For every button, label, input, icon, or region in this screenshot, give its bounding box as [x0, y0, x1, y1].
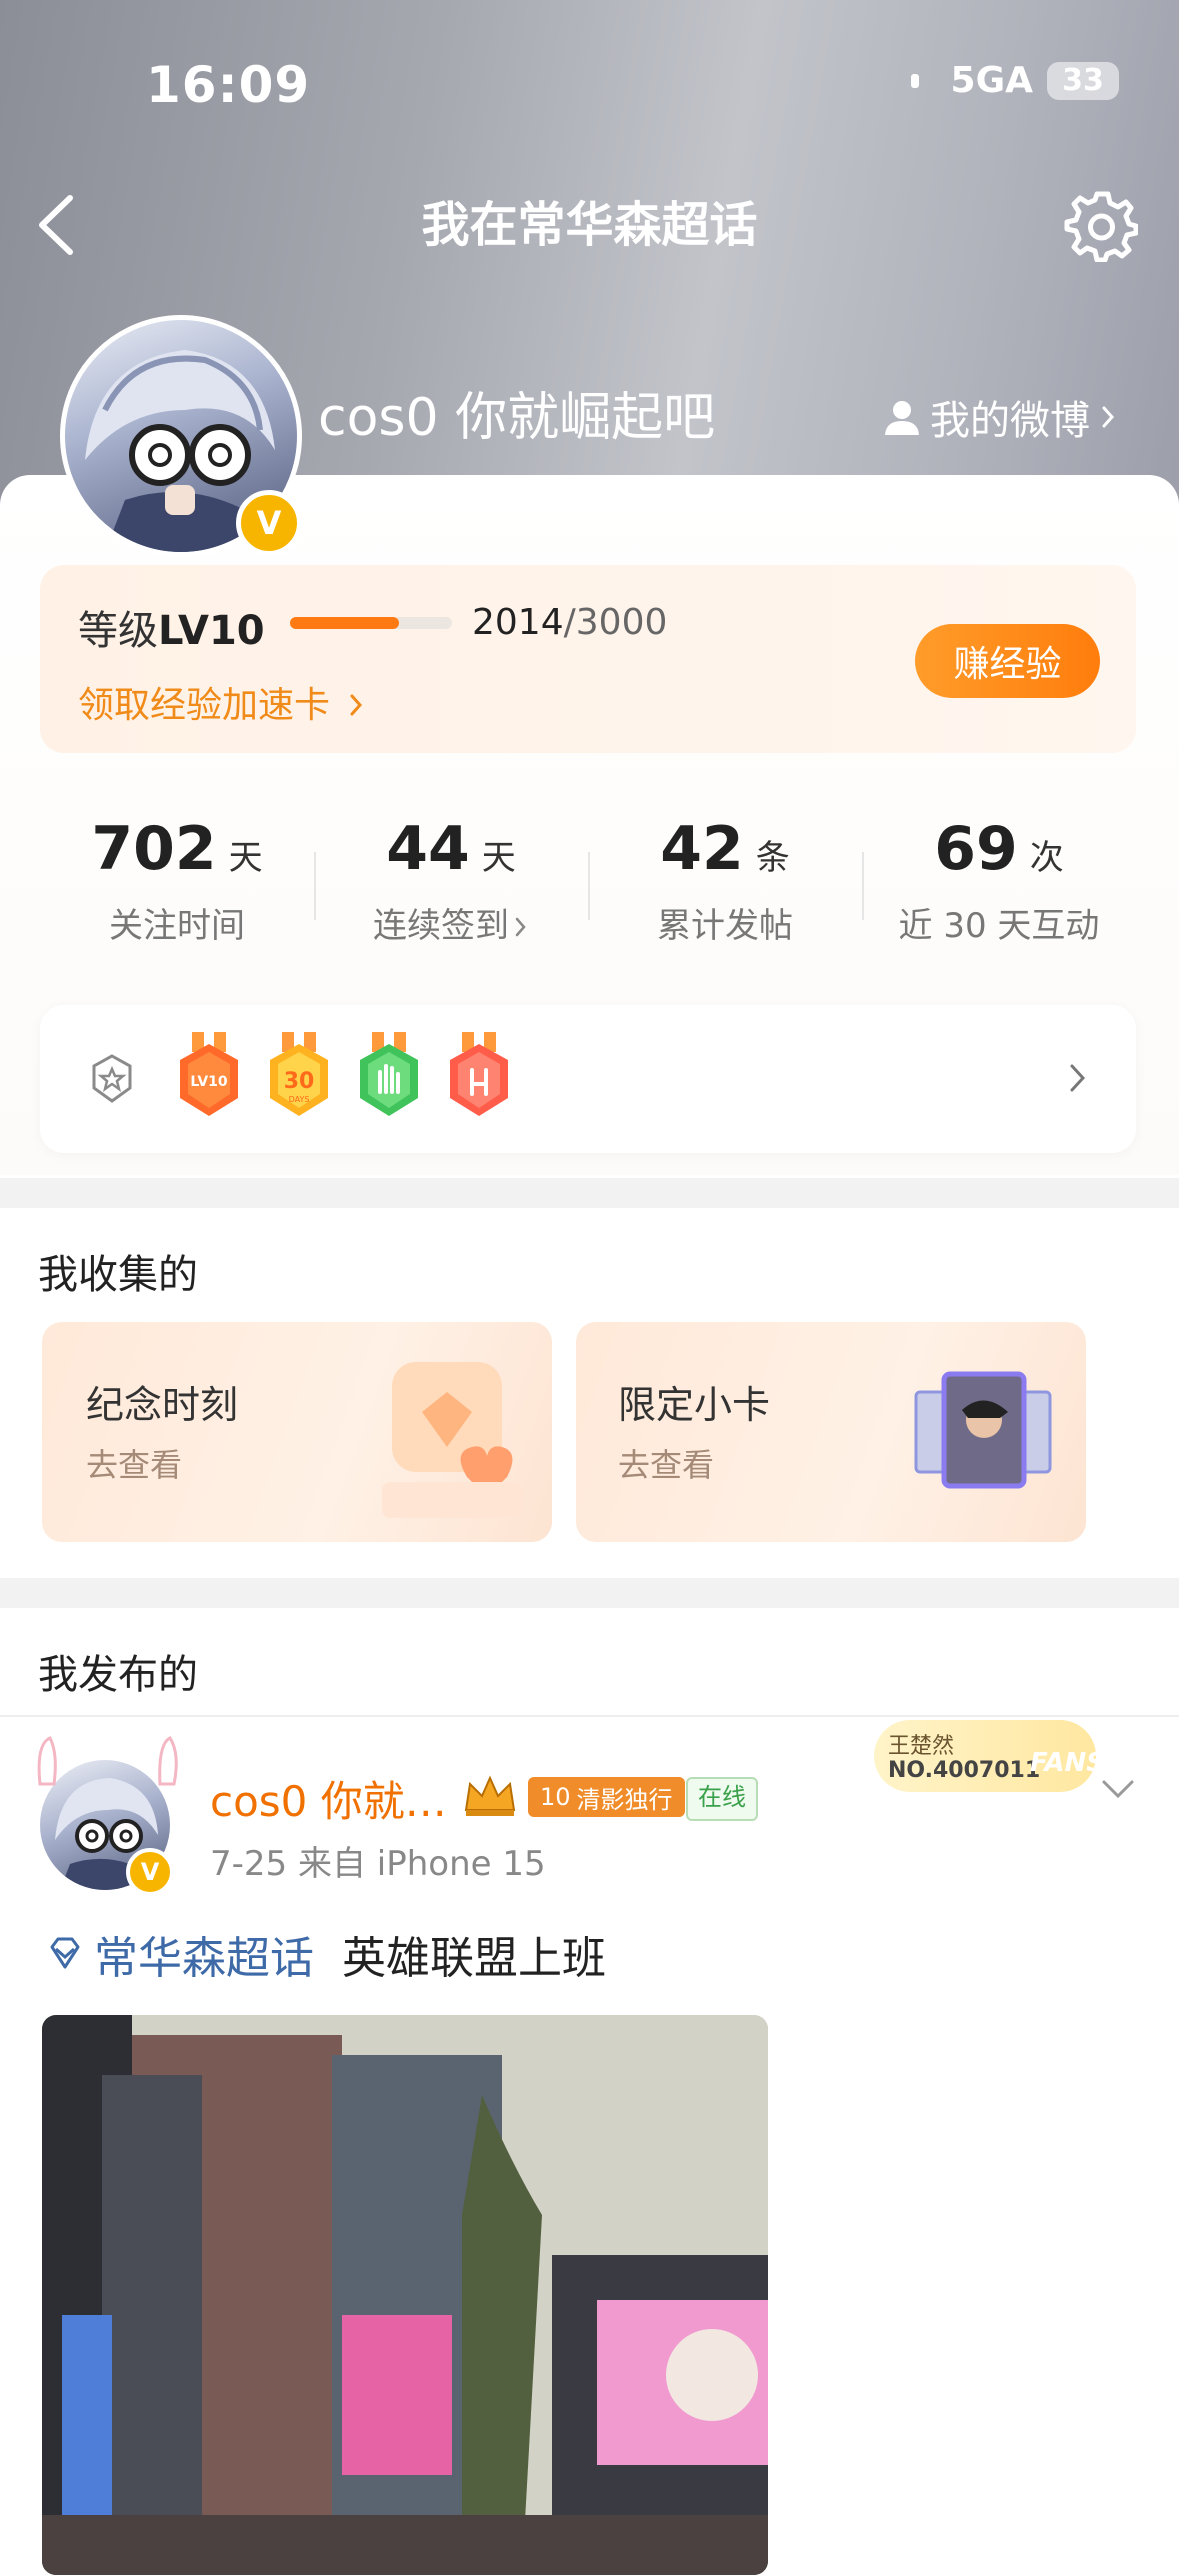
status-time: 16:09	[146, 56, 311, 114]
chevron-right-icon	[350, 694, 363, 716]
stat-label: 近 30 天互动	[898, 906, 1100, 946]
fans-badge-word: FANS	[1030, 1748, 1106, 1778]
level-tag-number: 10	[540, 1783, 571, 1811]
person-icon	[885, 401, 919, 435]
stat-unit: 条	[755, 838, 790, 878]
stat-value-row: 702 天	[40, 814, 314, 884]
level-progress-fill	[290, 617, 399, 629]
stat-value: 69	[934, 814, 1018, 884]
chevron-right-icon	[515, 917, 526, 937]
experience-max: /3000	[563, 602, 668, 643]
stat-value-row: 42 条	[588, 814, 862, 884]
topic-diamond-icon	[50, 1937, 80, 1969]
section-separator	[0, 1178, 1179, 1208]
stats-row: 702 天 关注时间 44 天 连续签到 42 条 累计发帖 69 次 近 30 天互动	[40, 780, 1136, 980]
online-tag: 在线	[686, 1777, 758, 1821]
bunny-ear-icon	[158, 1736, 178, 1786]
battery-icon: 33	[1047, 61, 1119, 100]
stat-checkin-days[interactable]: 44 天 连续签到	[314, 780, 588, 980]
medal-lv10-icon: LV10	[180, 1032, 238, 1116]
collection-card-moments[interactable]: 纪念时刻 去查看	[42, 1322, 552, 1542]
stat-value-row: 44 天	[314, 814, 588, 884]
stat-value: 42	[660, 814, 744, 884]
stat-label: 累计发帖	[657, 906, 793, 946]
collection-card-sub: 去查看	[618, 1446, 715, 1484]
verified-badge: V	[236, 490, 302, 556]
level-tag: 10 清影独行	[528, 1777, 685, 1817]
level-label: 等级LV10	[78, 598, 265, 656]
collection-card-sub: 去查看	[86, 1446, 183, 1484]
post-body: 英雄联盟上班	[342, 1933, 606, 1984]
stat-label: 连续签到	[373, 906, 509, 946]
chevron-right-icon	[1102, 406, 1115, 428]
experience-count: 2014/3000	[472, 602, 667, 643]
back-arrow-icon[interactable]	[30, 190, 90, 260]
post-username[interactable]: cos0 你就…	[210, 1768, 447, 1829]
post-photo	[42, 2015, 768, 2575]
medal-hand-red-icon	[450, 1032, 508, 1116]
post-text: 常华森超话 英雄联盟上班	[44, 1922, 606, 1986]
medal-30-days-icon: 30 DAYS	[270, 1032, 328, 1116]
my-weibo-link[interactable]: 我的微博	[882, 388, 1118, 446]
post-meta: 7-25 来自 iPhone 15	[210, 1844, 546, 1884]
level-prefix: 等级	[78, 608, 158, 654]
collection-card-limited-cards[interactable]: 限定小卡 去查看	[576, 1322, 1086, 1542]
topic-link[interactable]: 常华森超话	[94, 1922, 314, 1986]
collection-card-title: 限定小卡	[618, 1383, 771, 1427]
battery-level: 33	[1062, 63, 1104, 98]
stat-label-row: 连续签到	[314, 898, 588, 947]
experience-current: 2014	[472, 602, 564, 643]
signal-icon	[910, 73, 919, 88]
level-value: LV10	[158, 608, 265, 654]
stat-total-posts: 42 条 累计发帖	[588, 780, 862, 980]
calendar-heart-icon	[382, 1362, 522, 1518]
profile-username: cos0 你就崛起吧	[318, 388, 716, 448]
stat-unit: 天	[481, 838, 516, 878]
stat-value-row: 69 次	[862, 814, 1136, 884]
stat-value: 44	[386, 814, 470, 884]
bunny-ear-icon	[37, 1736, 57, 1786]
speedup-card-link[interactable]: 领取经验加速卡	[78, 676, 367, 728]
level-tag-text: 清影独行	[576, 1785, 673, 1814]
stat-value: 702	[91, 814, 217, 884]
section-separator	[0, 1578, 1179, 1608]
badge-shield-icon	[92, 1054, 132, 1103]
stat-unit: 天	[228, 838, 263, 878]
page-title: 我在常华森超话	[421, 197, 758, 253]
crown-icon	[464, 1775, 516, 1816]
verified-badge: V	[126, 1848, 174, 1896]
stat-label: 关注时间	[109, 906, 245, 946]
settings-gear-icon[interactable]	[1064, 188, 1138, 262]
divider	[0, 1715, 1179, 1717]
fans-badge-name: 王楚然	[888, 1734, 955, 1759]
photo-cards-icon	[914, 1371, 1052, 1489]
my-weibo-label: 我的微博	[930, 398, 1090, 444]
medal-days-label: DAYS	[289, 1095, 310, 1104]
earn-experience-button[interactable]: 赚经验	[915, 624, 1100, 698]
speedup-card-label: 领取经验加速卡	[78, 685, 331, 726]
medal-lv10-label: LV10	[190, 1074, 228, 1090]
collection-title: 我收集的	[38, 1252, 198, 1298]
network-type: 5GA	[950, 60, 1033, 101]
status-indicators: 5GA 33	[910, 60, 1119, 101]
collection-card-title: 纪念时刻	[86, 1383, 239, 1427]
medal-hand-green-icon	[360, 1032, 418, 1116]
stat-follow-days: 702 天 关注时间	[40, 780, 314, 980]
stat-unit: 次	[1029, 838, 1064, 878]
posts-title: 我发布的	[38, 1652, 198, 1698]
medal-30-label: 30	[284, 1069, 315, 1094]
chevron-right-icon	[1070, 1064, 1086, 1092]
post-image[interactable]	[42, 2015, 768, 2575]
stat-interactions: 69 次 近 30 天互动	[862, 780, 1136, 980]
fans-badge-number: NO.4007011	[888, 1758, 1041, 1783]
chevron-down-icon[interactable]	[1098, 1774, 1138, 1804]
